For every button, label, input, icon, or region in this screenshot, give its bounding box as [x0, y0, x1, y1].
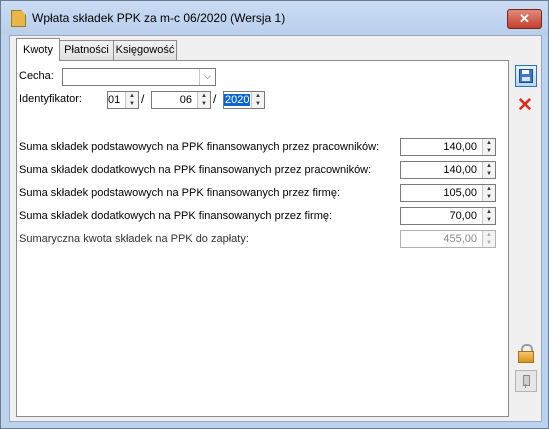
spinner-buttons: ▲ ▼ — [482, 208, 495, 224]
spinner-buttons: ▲ ▼ — [482, 231, 495, 247]
spin-up-icon[interactable]: ▲ — [252, 92, 264, 100]
cecha-label: Cecha: — [19, 70, 54, 82]
spinner-buttons: ▲ ▼ — [125, 92, 138, 108]
amount-value: 105,00 — [443, 187, 477, 199]
tab-ksiegowosc[interactable]: Księgowość — [113, 40, 177, 60]
identyfikator-year-spinner[interactable]: 2020 ▲ ▼ — [223, 91, 265, 109]
document-icon — [11, 10, 26, 27]
pin-needle — [525, 384, 526, 388]
tab-platnosci[interactable]: Płatności — [59, 40, 114, 60]
amount-label: Suma składek podstawowych na PPK finanso… — [19, 187, 340, 199]
amount-value: 140,00 — [443, 141, 477, 153]
spin-up-icon[interactable]: ▲ — [126, 92, 138, 100]
spin-down-icon[interactable]: ▼ — [126, 100, 138, 108]
spin-down-icon[interactable]: ▼ — [483, 193, 495, 201]
amount-total-field: 455,00 ▲ ▼ — [400, 230, 496, 248]
identyfikator-month-spinner[interactable]: 06 ▲ ▼ — [151, 91, 211, 109]
lock-button[interactable] — [515, 342, 535, 363]
amount-label: Suma składek dodatkowych na PPK finansow… — [19, 210, 333, 222]
spin-up-icon[interactable]: ▲ — [198, 92, 210, 100]
date-separator: / — [213, 92, 217, 106]
amount-total-value: 455,00 — [443, 233, 477, 245]
amount-company-additional-field[interactable]: 70,00 ▲ ▼ — [400, 207, 496, 225]
delete-x-icon: ✕ — [517, 95, 533, 116]
spinner-buttons: ▲ ▼ — [482, 139, 495, 155]
padlock-body — [518, 351, 534, 363]
amount-label: Suma składek dodatkowych na PPK finansow… — [19, 164, 372, 176]
pin-button[interactable] — [515, 370, 537, 392]
amount-company-basic-field[interactable]: 105,00 ▲ ▼ — [400, 184, 496, 202]
identyfikator-month-value: 06 — [179, 94, 192, 106]
spin-down-icon: ▼ — [486, 240, 492, 246]
spin-up-icon[interactable]: ▲ — [483, 139, 495, 147]
spinner-buttons: ▲ ▼ — [251, 92, 264, 108]
spin-down-icon[interactable]: ▼ — [252, 100, 264, 108]
amount-employee-basic-field[interactable]: 140,00 ▲ ▼ — [400, 138, 496, 156]
spin-down-icon[interactable]: ▼ — [483, 170, 495, 178]
title-bar[interactable]: Wpłata składek PPK za m-c 06/2020 (Wersj… — [1, 1, 548, 35]
spinner-buttons: ▲ ▼ — [197, 92, 210, 108]
spin-down-icon[interactable]: ▼ — [483, 147, 495, 155]
spin-down-icon[interactable]: ▼ — [198, 100, 210, 108]
spin-up-icon[interactable]: ▲ — [483, 185, 495, 193]
window-title: Wpłata składek PPK za m-c 06/2020 (Wersj… — [32, 11, 286, 25]
identyfikator-year-value: 2020 — [224, 94, 251, 106]
save-button[interactable] — [515, 65, 537, 87]
identyfikator-year-field: 2020 — [224, 92, 251, 108]
amount-employee-additional-field[interactable]: 140,00 ▲ ▼ — [400, 161, 496, 179]
delete-button[interactable]: ✕ — [515, 96, 535, 116]
spin-up-icon[interactable]: ▲ — [483, 208, 495, 216]
tab-panel-kwoty: Cecha: ⌵ Identyfikator: 01 ▲ ▼ / 06 ▲ ▼ — [16, 60, 509, 417]
identyfikator-day-value: 01 — [108, 94, 121, 106]
cecha-select[interactable]: ⌵ — [62, 68, 216, 86]
identyfikator-label: Identyfikator: — [19, 93, 82, 105]
tab-kwoty[interactable]: Kwoty — [16, 38, 60, 61]
spin-up-icon[interactable]: ▲ — [483, 162, 495, 170]
spin-down-icon[interactable]: ▼ — [483, 216, 495, 224]
chevron-down-icon[interactable]: ⌵ — [199, 69, 215, 85]
save-disk-icon — [519, 69, 533, 83]
dialog-client-area: Kwoty Płatności Księgowość Cecha: ⌵ Iden… — [9, 35, 542, 422]
amount-value: 70,00 — [449, 210, 477, 222]
close-button[interactable]: ✕ — [507, 9, 542, 29]
identyfikator-day-spinner[interactable]: 01 ▲ ▼ — [107, 91, 139, 109]
amount-total-label: Sumaryczna kwota składek na PPK do zapła… — [19, 233, 249, 245]
amount-label: Suma składek podstawowych na PPK finanso… — [19, 141, 380, 153]
dialog-window: Wpłata składek PPK za m-c 06/2020 (Wersj… — [0, 0, 549, 429]
spin-up-icon: ▲ — [486, 232, 492, 238]
spinner-buttons: ▲ ▼ — [482, 162, 495, 178]
amount-value: 140,00 — [443, 164, 477, 176]
spinner-buttons: ▲ ▼ — [482, 185, 495, 201]
date-separator: / — [141, 92, 145, 106]
